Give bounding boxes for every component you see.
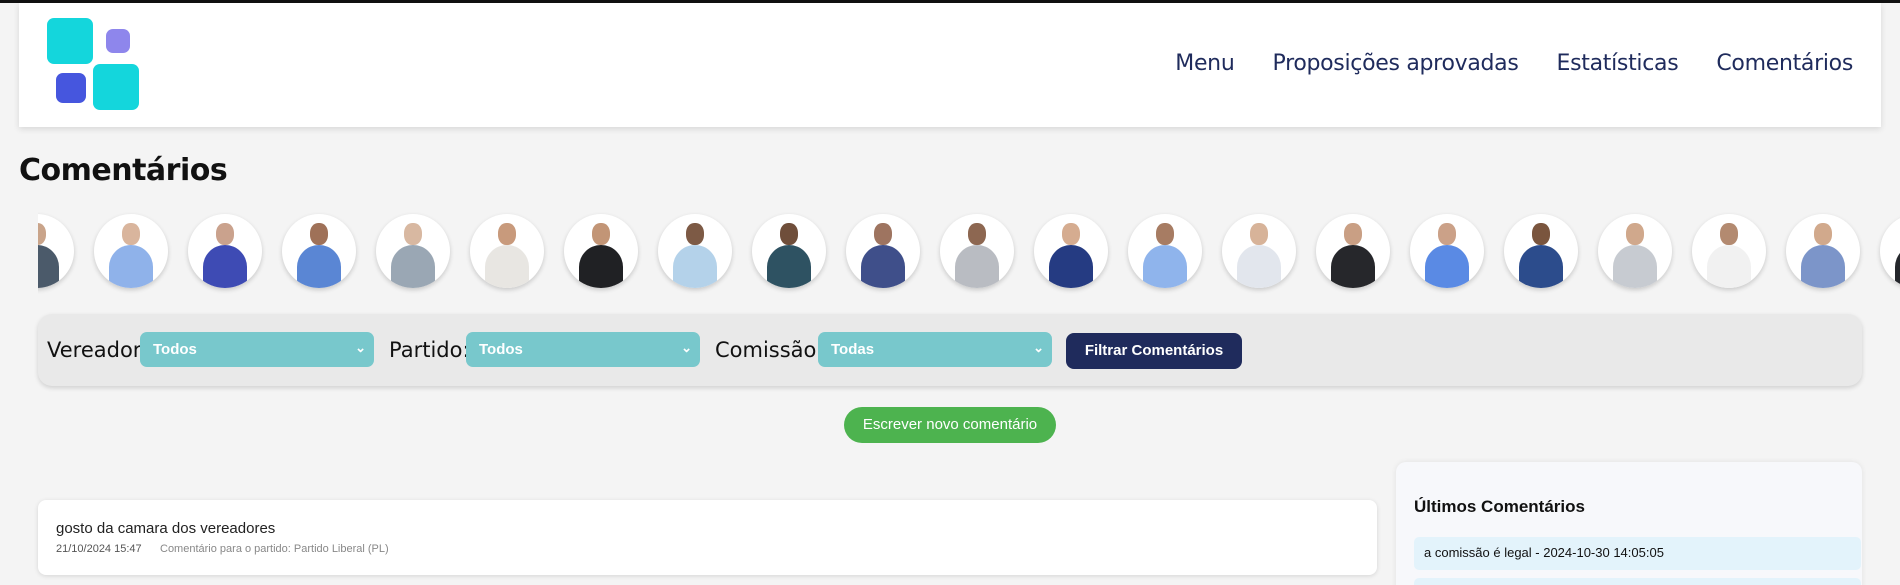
nav-comentarios[interactable]: Comentários [1716, 51, 1853, 76]
avatar-head [310, 223, 328, 245]
vereador-avatar[interactable] [752, 214, 826, 288]
filter-comments-button[interactable]: Filtrar Comentários [1066, 333, 1242, 369]
avatar-body [579, 245, 623, 288]
avatar-body [1331, 245, 1375, 288]
avatar-body [673, 245, 717, 288]
avatar-head [968, 223, 986, 245]
avatar-body [1707, 245, 1751, 288]
avatar-body [391, 245, 435, 288]
avatar-head [1344, 223, 1362, 245]
comissao-select-value: Todas [831, 341, 875, 358]
avatar-body [1143, 245, 1187, 288]
vereador-avatar[interactable] [470, 214, 544, 288]
vereador-avatar[interactable] [94, 214, 168, 288]
vereador-avatar[interactable] [1034, 214, 1108, 288]
nav-menu[interactable]: Menu [1175, 51, 1235, 76]
avatar-head [592, 223, 610, 245]
comment-card: gosto da camara dos vereadores 21/10/202… [38, 500, 1377, 575]
vereador-avatar[interactable] [1880, 214, 1900, 288]
vereador-avatar[interactable] [846, 214, 920, 288]
vereador-avatar[interactable] [1222, 214, 1296, 288]
comment-target: Comentário para o partido: Partido Liber… [160, 543, 389, 555]
avatar-head [498, 223, 516, 245]
vereadores-carousel[interactable] [38, 212, 1900, 294]
avatar-head [1438, 223, 1456, 245]
vereador-avatar[interactable] [940, 214, 1014, 288]
vereador-avatar[interactable] [1316, 214, 1390, 288]
page-title: Comentários [19, 153, 228, 188]
main-nav: Menu Proposições aprovadas Estatísticas … [1175, 51, 1853, 76]
logo[interactable] [47, 18, 143, 110]
comissao-select[interactable]: Todas ⌄ [818, 332, 1052, 367]
avatar-head [1814, 223, 1832, 245]
logo-square [93, 64, 139, 110]
vereador-avatar[interactable] [564, 214, 638, 288]
vereador-avatar[interactable] [1504, 214, 1578, 288]
avatar-head [404, 223, 422, 245]
filter-bar: Vereador: Todos ⌄ Partido: Todos ⌄ Comis… [38, 314, 1862, 386]
vereador-avatar[interactable] [658, 214, 732, 288]
vereador-avatar[interactable] [1692, 214, 1766, 288]
comissao-label: Comissão: [715, 338, 824, 362]
vereador-avatar[interactable] [38, 214, 74, 288]
comment-date: 21/10/2024 15:47 [56, 543, 142, 555]
nav-proposicoes-aprovadas[interactable]: Proposições aprovadas [1272, 51, 1518, 76]
latest-comment-item[interactable]: a comissão é legal - 2024-10-30 14:05:05 [1414, 537, 1861, 570]
latest-comment-item[interactable] [1414, 578, 1861, 585]
vereador-avatar[interactable] [1786, 214, 1860, 288]
chevron-down-icon: ⌄ [1033, 340, 1044, 355]
avatar-body [1237, 245, 1281, 288]
avatar-head [874, 223, 892, 245]
vereador-avatar[interactable] [376, 214, 450, 288]
avatar-head [1720, 223, 1738, 245]
comment-text: gosto da camara dos vereadores [56, 520, 276, 537]
avatar-body [1519, 245, 1563, 288]
partido-label: Partido: [389, 338, 470, 362]
avatar-body [109, 245, 153, 288]
site-header: Menu Proposições aprovadas Estatísticas … [19, 3, 1881, 127]
chevron-down-icon: ⌄ [681, 340, 692, 355]
vereador-label: Vereador: [47, 338, 149, 362]
vereador-select-value: Todos [153, 341, 197, 358]
vereador-avatar[interactable] [1128, 214, 1202, 288]
partido-select[interactable]: Todos ⌄ [466, 332, 700, 367]
avatar-head [1250, 223, 1268, 245]
vereador-avatar[interactable] [188, 214, 262, 288]
vereador-avatar[interactable] [1598, 214, 1672, 288]
vereador-select[interactable]: Todos ⌄ [140, 332, 374, 367]
avatar-body [1801, 245, 1845, 288]
avatar-body [1049, 245, 1093, 288]
nav-estatisticas[interactable]: Estatísticas [1557, 51, 1679, 76]
avatar-body [861, 245, 905, 288]
avatar-head [216, 223, 234, 245]
avatar-head [780, 223, 798, 245]
vereador-avatar[interactable] [1410, 214, 1484, 288]
avatar-body [485, 245, 529, 288]
avatar-body [297, 245, 341, 288]
latest-comments-sidebar: Últimos Comentários a comissão é legal -… [1396, 462, 1862, 585]
new-comment-button[interactable]: Escrever novo comentário [844, 407, 1056, 443]
partido-select-value: Todos [479, 341, 523, 358]
avatar-body [767, 245, 811, 288]
avatar-head [122, 223, 140, 245]
avatar-body [1613, 245, 1657, 288]
avatar-head [38, 223, 46, 245]
avatar-head [1156, 223, 1174, 245]
avatar-body [38, 245, 59, 288]
vereador-avatar[interactable] [282, 214, 356, 288]
avatar-head [686, 223, 704, 245]
chevron-down-icon: ⌄ [355, 340, 366, 355]
logo-square [47, 18, 93, 64]
sidebar-title: Últimos Comentários [1414, 497, 1585, 516]
avatar-list [38, 214, 1900, 288]
avatar-body [1425, 245, 1469, 288]
logo-square [56, 73, 86, 103]
avatar-head [1532, 223, 1550, 245]
avatar-head [1626, 223, 1644, 245]
avatar-body [203, 245, 247, 288]
avatar-head [1062, 223, 1080, 245]
avatar-body [1895, 245, 1900, 288]
avatar-body [955, 245, 999, 288]
logo-square [106, 29, 130, 53]
